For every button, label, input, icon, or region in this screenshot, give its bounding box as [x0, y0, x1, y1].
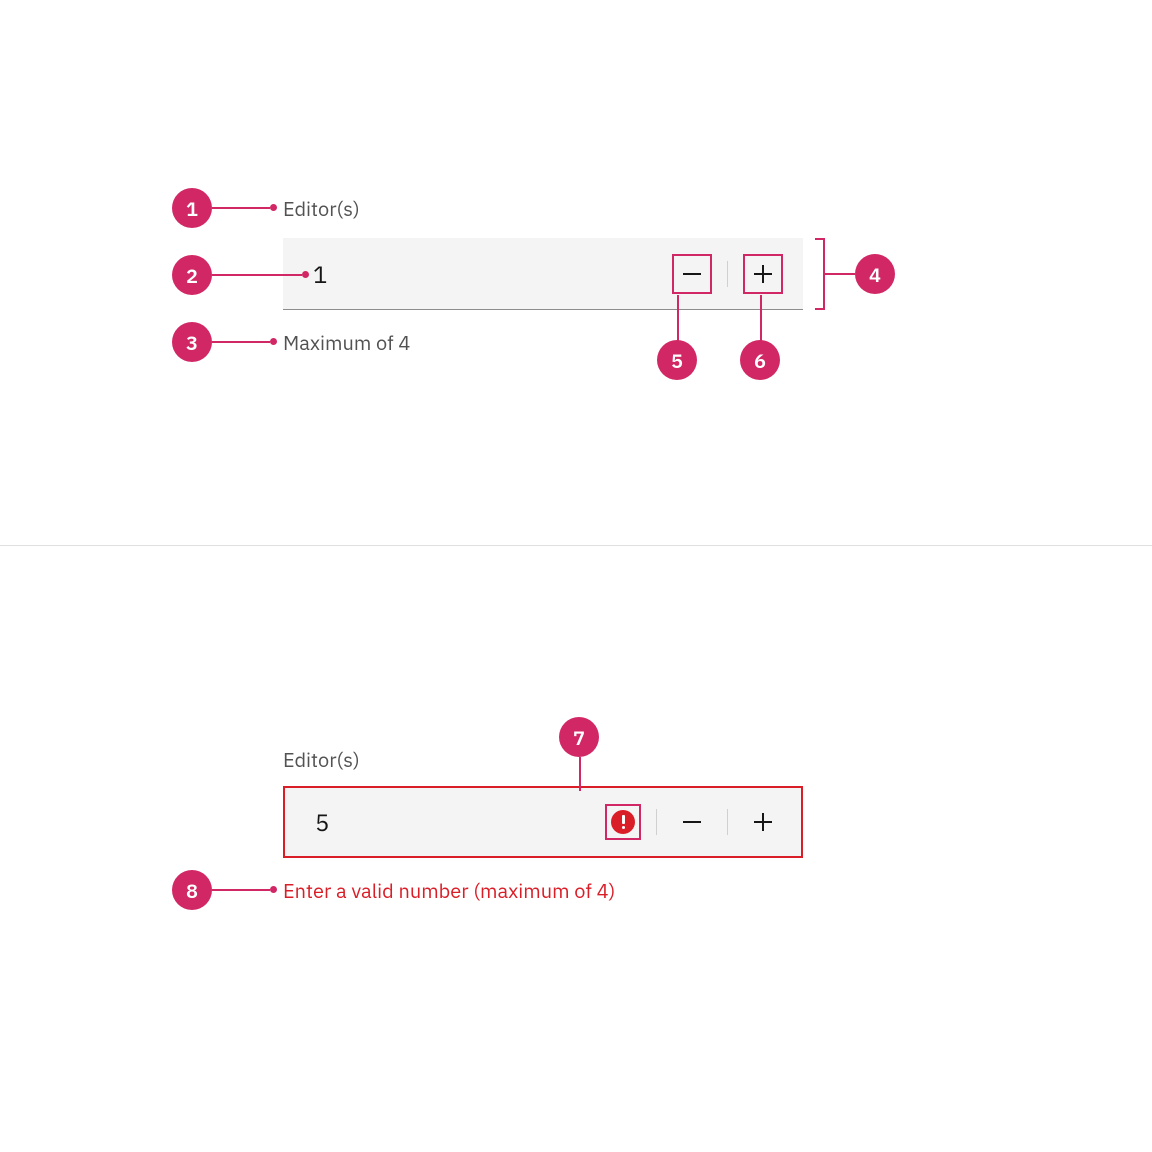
leader	[212, 207, 270, 209]
minus-icon	[683, 273, 701, 275]
leader-dot	[270, 338, 277, 345]
field-label-a: Editor(s)	[283, 195, 360, 222]
leader-dot	[270, 886, 277, 893]
annotation-2: 2	[172, 255, 212, 295]
leader	[825, 273, 855, 275]
button-separator	[727, 261, 728, 287]
field-error-b: Enter a valid number (maximum of 4)	[283, 877, 615, 904]
annotation-7: 7	[559, 717, 599, 757]
annotation-3: 3	[172, 322, 212, 362]
number-value-a: 1	[313, 258, 672, 290]
button-separator	[727, 809, 728, 835]
leader-dot	[302, 271, 309, 278]
leader	[760, 295, 762, 343]
leader	[212, 274, 302, 276]
leader	[579, 757, 581, 791]
annotation-6: 6	[740, 340, 780, 380]
error-icon-box	[605, 804, 641, 840]
diagram-canvas: Editor(s) 1 1 2 Maximum of 4 3 4 5 6 Edi…	[0, 0, 1152, 1152]
leader-dot	[270, 204, 277, 211]
increment-button-a[interactable]	[743, 254, 783, 294]
minus-icon	[683, 821, 701, 823]
leader	[212, 889, 270, 891]
plus-icon	[754, 265, 772, 283]
height-bracket	[815, 238, 825, 310]
warning-filled-icon	[611, 810, 635, 834]
decrement-button-b[interactable]	[672, 802, 712, 842]
decrement-button-a[interactable]	[672, 254, 712, 294]
leader	[677, 295, 679, 343]
annotation-8: 8	[172, 870, 212, 910]
section-divider	[0, 545, 1152, 546]
field-label-b: Editor(s)	[283, 746, 360, 773]
number-input-a[interactable]: 1	[283, 238, 803, 310]
field-helper-a: Maximum of 4	[283, 329, 410, 356]
increment-button-b[interactable]	[743, 802, 783, 842]
number-input-b[interactable]: 5	[283, 786, 803, 858]
number-value-b: 5	[315, 806, 605, 838]
plus-icon	[754, 813, 772, 831]
button-separator	[656, 809, 657, 835]
annotation-1: 1	[172, 188, 212, 228]
annotation-4: 4	[855, 254, 895, 294]
leader	[212, 341, 270, 343]
annotation-5: 5	[657, 340, 697, 380]
